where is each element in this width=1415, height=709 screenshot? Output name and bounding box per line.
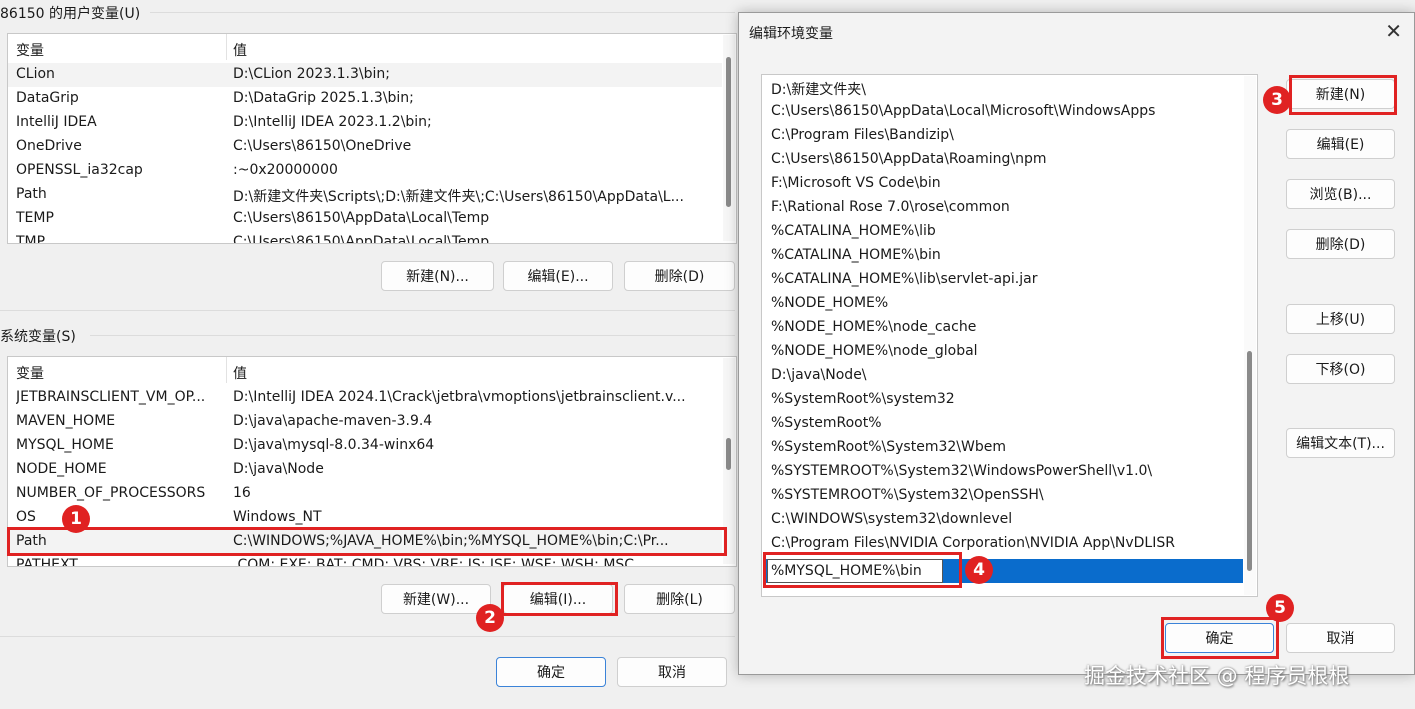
dlg-delete-button[interactable]: 删除(D) <box>1286 229 1395 259</box>
sys-var-row[interactable]: JETBRAINSCLIENT_VM_OP... D:\IntelliJ IDEA… <box>8 386 722 410</box>
sys-var-row[interactable]: MYSQL_HOME D:\java\mysql-8.0.34-winx64 <box>8 434 722 458</box>
sys-var-row[interactable]: OS Windows_NT <box>8 506 722 530</box>
path-edit-input[interactable] <box>767 559 943 583</box>
list-item[interactable]: C:\Users\86150\AppData\Roaming\npm <box>771 151 1047 175</box>
list-item[interactable]: %SYSTEMROOT%\System32\OpenSSH\ <box>771 487 1044 511</box>
list-item[interactable]: %CATALINA_HOME%\lib\servlet-api.jar <box>771 271 1038 295</box>
step-marker-3: 3 <box>1263 86 1291 114</box>
sys-vars-list[interactable]: 变量 值 JETBRAINSCLIENT_VM_OP... D:\IntelliJ… <box>7 356 737 567</box>
user-var-row[interactable]: IntelliJ IDEA D:\IntelliJ IDEA 2023.1.2\b… <box>8 111 722 135</box>
sys-vars-label: 系统变量(S) <box>0 329 76 345</box>
dlg-edit-button[interactable]: 编辑(E) <box>1286 129 1395 159</box>
section-divider <box>0 310 735 311</box>
user-var-row[interactable]: TEMP C:\Users\86150\AppData\Local\Temp <box>8 207 722 231</box>
dlg-move-up-button[interactable]: 上移(U) <box>1286 304 1395 334</box>
dlg-browse-button[interactable]: 浏览(B)... <box>1286 179 1395 209</box>
user-vars-label: 86150 的用户变量(U) <box>0 6 141 22</box>
sys-delete-button[interactable]: 删除(L) <box>624 584 735 614</box>
dlg-edit-text-button[interactable]: 编辑文本(T)... <box>1286 428 1395 458</box>
list-item[interactable]: %SystemRoot%\System32\Wbem <box>771 439 1006 463</box>
user-var-row[interactable]: OneDrive C:\Users\86150\OneDrive <box>8 135 722 159</box>
user-var-row[interactable]: CLion D:\CLion 2023.1.3\bin; <box>8 63 722 87</box>
user-var-row[interactable]: TMP C:\Users\86150\AppData\Local\Temp <box>8 231 722 243</box>
user-var-row[interactable]: OPENSSL_ia32cap:~0x20000000 <box>8 159 722 183</box>
dlg-ok-button[interactable]: 确定 <box>1165 623 1274 653</box>
user-var-row[interactable]: DataGrip D:\DataGrip 2025.1.3\bin; <box>8 87 722 111</box>
list-item[interactable]: %CATALINA_HOME%\bin <box>771 247 941 271</box>
step-marker-2: 2 <box>476 604 504 632</box>
scrollbar-thumb[interactable] <box>726 57 731 207</box>
main-ok-button[interactable]: 确定 <box>496 657 606 687</box>
list-item[interactable]: %NODE_HOME%\node_cache <box>771 319 976 343</box>
list-item[interactable]: C:\WINDOWS\system32\downlevel <box>771 511 1012 535</box>
main-cancel-button[interactable]: 取消 <box>617 657 727 687</box>
sys-edit-button[interactable]: 编辑(I)... <box>503 584 613 614</box>
header-value[interactable]: 值 <box>233 40 247 60</box>
list-item[interactable]: %NODE_HOME% <box>771 295 888 319</box>
user-vars-divider <box>150 12 735 13</box>
list-item[interactable]: C:\Users\86150\AppData\Local\Microsoft\W… <box>771 103 1155 127</box>
scrollbar-thumb[interactable] <box>1247 351 1252 571</box>
watermark-text: 掘金技术社区 @ 程序员根根 <box>1084 664 1350 688</box>
dlg-move-down-button[interactable]: 下移(O) <box>1286 354 1395 384</box>
user-new-button[interactable]: 新建(N)... <box>381 261 494 291</box>
list-item[interactable]: %SystemRoot% <box>771 415 882 439</box>
dlg-cancel-button[interactable]: 取消 <box>1286 623 1395 653</box>
user-delete-button[interactable]: 删除(D) <box>624 261 735 291</box>
path-list[interactable]: D:\新建文件夹\ C:\Users\86150\AppData\Local\M… <box>761 74 1258 597</box>
sys-var-row-path[interactable]: Path C:\WINDOWS;%JAVA_HOME%\bin;%MYSQL_HO… <box>8 530 722 554</box>
sys-var-row[interactable]: NODE_HOME D:\java\Node <box>8 458 722 482</box>
sys-var-row[interactable]: PATHEXT .COM;.EXE;.BAT;.CMD;.VBS;.VBE;.JS… <box>8 554 722 566</box>
list-item[interactable]: %NODE_HOME%\node_global <box>771 343 978 367</box>
sys-new-button[interactable]: 新建(W)... <box>381 584 491 614</box>
dialog-title: 编辑环境变量 <box>749 26 833 42</box>
step-marker-5: 5 <box>1266 594 1294 622</box>
scrollbar-thumb[interactable] <box>726 438 731 470</box>
header-name[interactable]: 变量 <box>16 40 44 60</box>
list-item[interactable]: F:\Microsoft VS Code\bin <box>771 175 941 199</box>
dlg-new-button[interactable]: 新建(N) <box>1286 79 1395 109</box>
path-list-scrollbar[interactable] <box>1244 76 1256 595</box>
list-item[interactable]: C:\Program Files\NVIDIA Corporation\NVID… <box>771 535 1175 559</box>
edit-env-dialog: 编辑环境变量 ✕ D:\新建文件夹\ C:\Users\86150\AppDat… <box>738 12 1415 675</box>
list-item[interactable]: C:\Program Files\Bandizip\ <box>771 127 954 151</box>
user-edit-button[interactable]: 编辑(E)... <box>503 261 613 291</box>
header-value[interactable]: 值 <box>233 363 247 383</box>
step-marker-1: 1 <box>62 505 90 533</box>
sys-vars-header: 变量 值 <box>8 357 722 383</box>
sys-vars-divider <box>90 335 735 336</box>
user-var-row[interactable]: Path D:\新建文件夹\Scripts\;D:\新建文件夹\;C:\Users… <box>8 183 722 207</box>
user-vars-list[interactable]: 变量 值 CLion D:\CLion 2023.1.3\bin; DataGri… <box>7 33 737 244</box>
sys-var-row[interactable]: MAVEN_HOME D:\java\apache-maven-3.9.4 <box>8 410 722 434</box>
user-vars-header: 变量 值 <box>8 34 722 60</box>
user-vars-scrollbar[interactable] <box>723 35 735 241</box>
header-name[interactable]: 变量 <box>16 363 44 383</box>
list-item[interactable]: F:\Rational Rose 7.0\rose\common <box>771 199 1010 223</box>
footer-divider <box>0 636 735 637</box>
list-item[interactable]: %CATALINA_HOME%\lib <box>771 223 936 247</box>
close-icon[interactable]: ✕ <box>1385 19 1402 43</box>
list-item[interactable]: %SystemRoot%\system32 <box>771 391 955 415</box>
sys-var-row[interactable]: NUMBER_OF_PROCESSORS 16 <box>8 482 722 506</box>
list-item[interactable]: %SYSTEMROOT%\System32\WindowsPowerShell\… <box>771 463 1152 487</box>
step-marker-4: 4 <box>965 556 993 584</box>
list-item[interactable]: D:\新建文件夹\ <box>771 79 866 103</box>
list-item[interactable]: D:\java\Node\ <box>771 367 867 391</box>
sys-vars-scrollbar[interactable] <box>723 358 735 564</box>
